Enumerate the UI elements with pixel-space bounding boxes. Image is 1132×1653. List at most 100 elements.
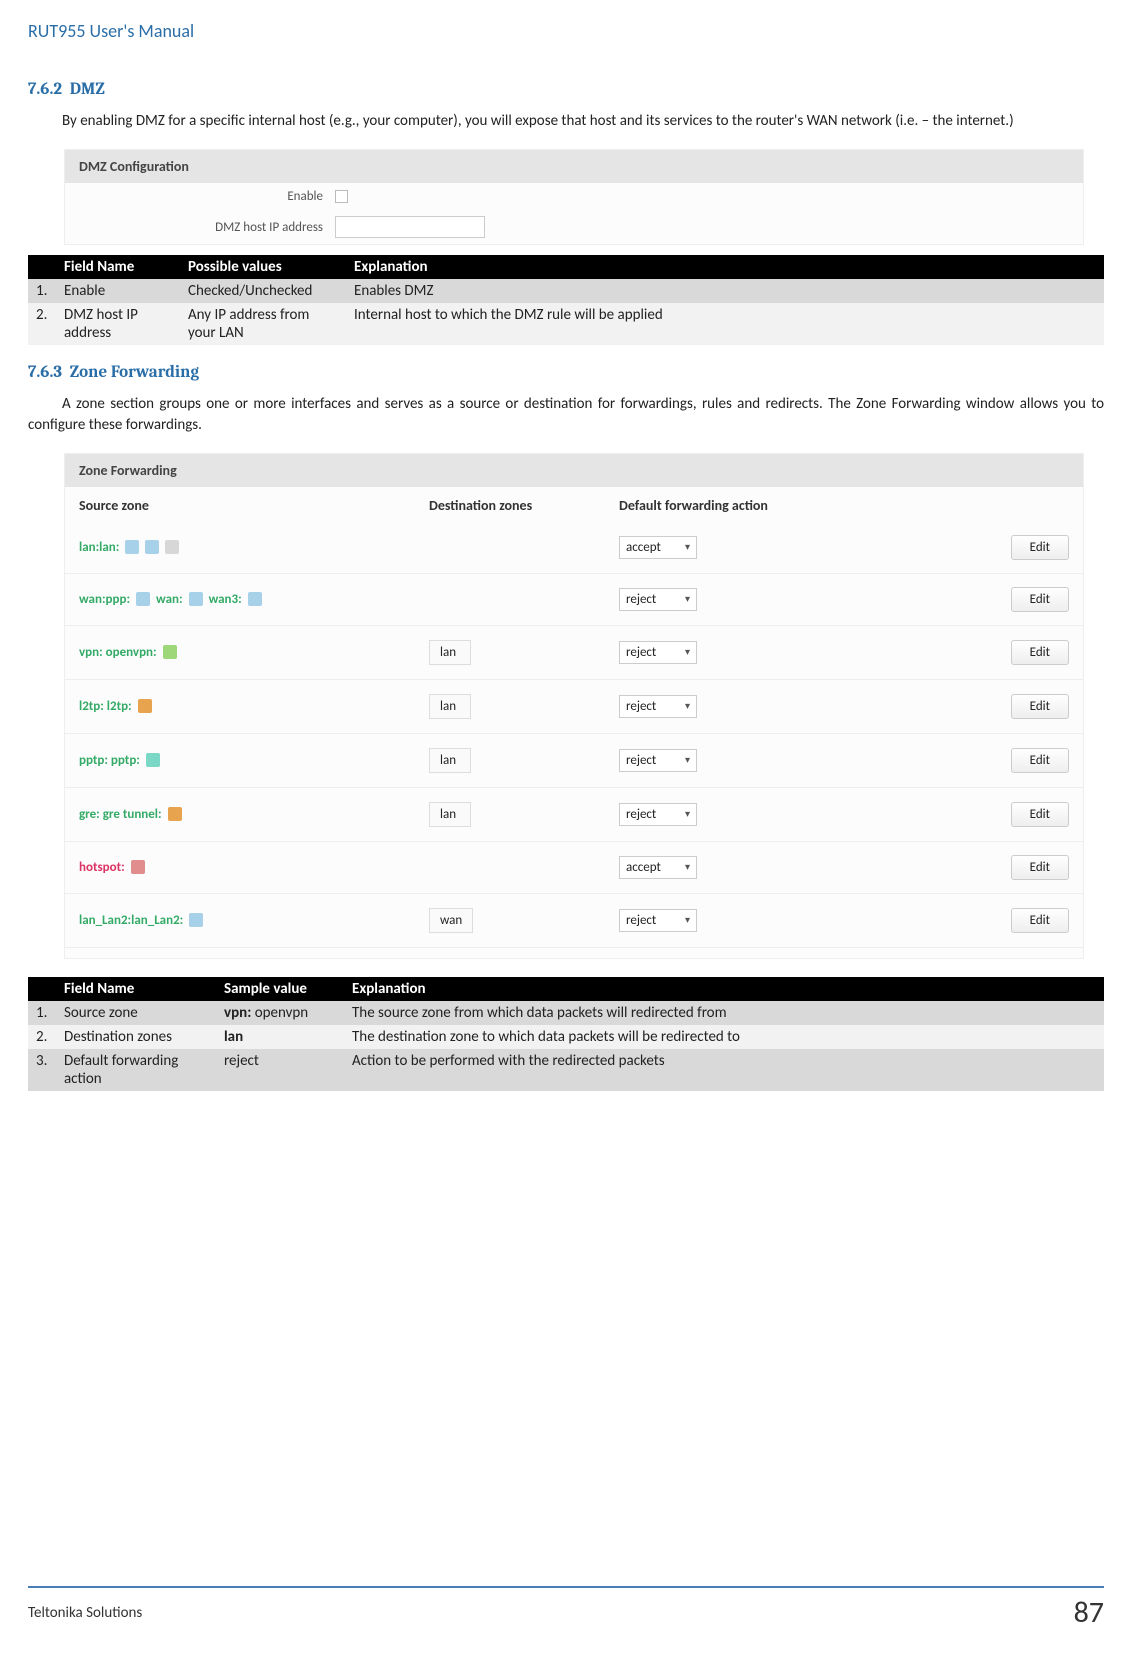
cell-field: Enable bbox=[56, 279, 180, 303]
interface-icon bbox=[146, 753, 160, 767]
paragraph-zf: A zone section groups one or more interf… bbox=[28, 394, 1104, 435]
interface-icon bbox=[168, 807, 182, 821]
th-sample: Sample value bbox=[216, 977, 344, 1001]
forwarding-select[interactable]: accept bbox=[619, 536, 697, 559]
destination-tag[interactable]: lan bbox=[429, 640, 471, 665]
document-title: RUT955 User's Manual bbox=[28, 20, 1104, 42]
heading-zone-forwarding: 7.6.3 Zone Forwarding bbox=[28, 363, 1104, 382]
forwarding-select[interactable]: accept bbox=[619, 856, 697, 879]
dmz-fields-table: Field Name Possible values Explanation 1… bbox=[28, 255, 1104, 345]
zone-row: lan_Lan2:lan_Lan2: wan reject Edit bbox=[65, 894, 1083, 948]
forwarding-select[interactable]: reject bbox=[619, 588, 697, 611]
enable-checkbox[interactable] bbox=[335, 190, 348, 203]
forwarding-select[interactable]: reject bbox=[619, 641, 697, 664]
zone-label: wan: bbox=[156, 592, 183, 607]
interface-icon bbox=[136, 592, 150, 606]
page-footer: Teltonika Solutions 87 bbox=[28, 1586, 1104, 1631]
cell-explanation: Internal host to which the DMZ rule will… bbox=[346, 303, 1104, 345]
footer-company: Teltonika Solutions bbox=[28, 1604, 142, 1622]
zone-row: l2tp: l2tp: lan reject Edit bbox=[65, 680, 1083, 734]
paragraph-dmz: By enabling DMZ for a specific internal … bbox=[28, 111, 1104, 131]
edit-button[interactable]: Edit bbox=[1011, 535, 1069, 560]
col-destination-zones: Destination zones bbox=[429, 497, 619, 514]
zone-label: hotspot: bbox=[79, 860, 125, 875]
cell-num: 1. bbox=[28, 279, 56, 303]
th-explanation: Explanation bbox=[344, 977, 1104, 1001]
interface-icon bbox=[145, 540, 159, 554]
destination-tag[interactable]: lan bbox=[429, 802, 471, 827]
zone-label: vpn: openvpn: bbox=[79, 645, 157, 660]
edit-button[interactable]: Edit bbox=[1011, 802, 1069, 827]
interface-icon bbox=[165, 540, 179, 554]
zone-row: lan:lan: accept Edit bbox=[65, 522, 1083, 574]
forwarding-select[interactable]: reject bbox=[619, 695, 697, 718]
zone-row: wan:ppp: wan: wan3: reject Edit bbox=[65, 574, 1083, 626]
forwarding-select[interactable]: reject bbox=[619, 803, 697, 826]
cell-value: Checked/Unchecked bbox=[180, 279, 346, 303]
edit-button[interactable]: Edit bbox=[1011, 748, 1069, 773]
dmz-ip-input[interactable] bbox=[335, 216, 485, 238]
cell-num: 2. bbox=[28, 1025, 56, 1049]
zone-row: hotspot: accept Edit bbox=[65, 842, 1083, 894]
interface-icon bbox=[189, 913, 203, 927]
interface-icon bbox=[131, 860, 145, 874]
heading-title: DMZ bbox=[70, 80, 105, 99]
edit-button[interactable]: Edit bbox=[1011, 587, 1069, 612]
heading-number: 7.6.3 bbox=[28, 363, 62, 382]
th-num bbox=[28, 255, 56, 279]
dmz-ip-label: DMZ host IP address bbox=[65, 220, 335, 235]
th-num bbox=[28, 977, 56, 1001]
zone-label: wan:ppp: bbox=[79, 592, 130, 607]
edit-button[interactable]: Edit bbox=[1011, 640, 1069, 665]
cell-explanation: The destination zone to which data packe… bbox=[344, 1025, 1104, 1049]
edit-button[interactable]: Edit bbox=[1011, 908, 1069, 933]
cell-sample: lan bbox=[216, 1025, 344, 1049]
cell-field: Default forwarding action bbox=[56, 1049, 216, 1091]
destination-tag[interactable]: lan bbox=[429, 694, 471, 719]
forwarding-select[interactable]: reject bbox=[619, 749, 697, 772]
heading-number: 7.6.2 bbox=[28, 80, 62, 99]
zone-label: lan_Lan2:lan_Lan2: bbox=[79, 913, 183, 928]
panel-title: Zone Forwarding bbox=[65, 454, 1083, 487]
cell-value: Any IP address from your LAN bbox=[180, 303, 346, 345]
heading-title: Zone Forwarding bbox=[70, 363, 199, 382]
interface-icon bbox=[138, 699, 152, 713]
dmz-config-panel: DMZ Configuration Enable DMZ host IP add… bbox=[64, 149, 1084, 245]
edit-button[interactable]: Edit bbox=[1011, 694, 1069, 719]
zone-label: lan:lan: bbox=[79, 540, 119, 555]
cell-num: 3. bbox=[28, 1049, 56, 1091]
table-row: 1. Source zone vpn: openvpn The source z… bbox=[28, 1001, 1104, 1025]
cell-explanation: The source zone from which data packets … bbox=[344, 1001, 1104, 1025]
panel-title: DMZ Configuration bbox=[65, 150, 1083, 183]
page-number: 87 bbox=[1074, 1594, 1104, 1631]
cell-explanation: Enables DMZ bbox=[346, 279, 1104, 303]
heading-dmz: 7.6.2 DMZ bbox=[28, 80, 1104, 99]
zone-label: gre: gre tunnel: bbox=[79, 807, 162, 822]
interface-icon bbox=[189, 592, 203, 606]
zone-label: wan3: bbox=[209, 592, 242, 607]
destination-tag[interactable]: wan bbox=[429, 908, 473, 933]
cell-num: 2. bbox=[28, 303, 56, 345]
th-field: Field Name bbox=[56, 255, 180, 279]
zone-row: pptp: pptp: lan reject Edit bbox=[65, 734, 1083, 788]
zone-forwarding-panel: Zone Forwarding Source zone Destination … bbox=[64, 453, 1084, 959]
forwarding-select[interactable]: reject bbox=[619, 909, 697, 932]
col-default-forwarding: Default forwarding action bbox=[619, 497, 899, 514]
zone-label: l2tp: l2tp: bbox=[79, 699, 132, 714]
enable-label: Enable bbox=[65, 189, 335, 204]
interface-icon bbox=[163, 645, 177, 659]
cell-num: 1. bbox=[28, 1001, 56, 1025]
cell-explanation: Action to be performed with the redirect… bbox=[344, 1049, 1104, 1091]
zone-label: pptp: pptp: bbox=[79, 753, 140, 768]
destination-tag[interactable]: lan bbox=[429, 748, 471, 773]
col-source-zone: Source zone bbox=[79, 497, 429, 514]
th-values: Possible values bbox=[180, 255, 346, 279]
table-row: 3. Default forwarding action reject Acti… bbox=[28, 1049, 1104, 1091]
zone-row: vpn: openvpn: lan reject Edit bbox=[65, 626, 1083, 680]
edit-button[interactable]: Edit bbox=[1011, 855, 1069, 880]
interface-icon bbox=[125, 540, 139, 554]
th-explanation: Explanation bbox=[346, 255, 1104, 279]
interface-icon bbox=[248, 592, 262, 606]
table-row: 1. Enable Checked/Unchecked Enables DMZ bbox=[28, 279, 1104, 303]
cell-field: Source zone bbox=[56, 1001, 216, 1025]
